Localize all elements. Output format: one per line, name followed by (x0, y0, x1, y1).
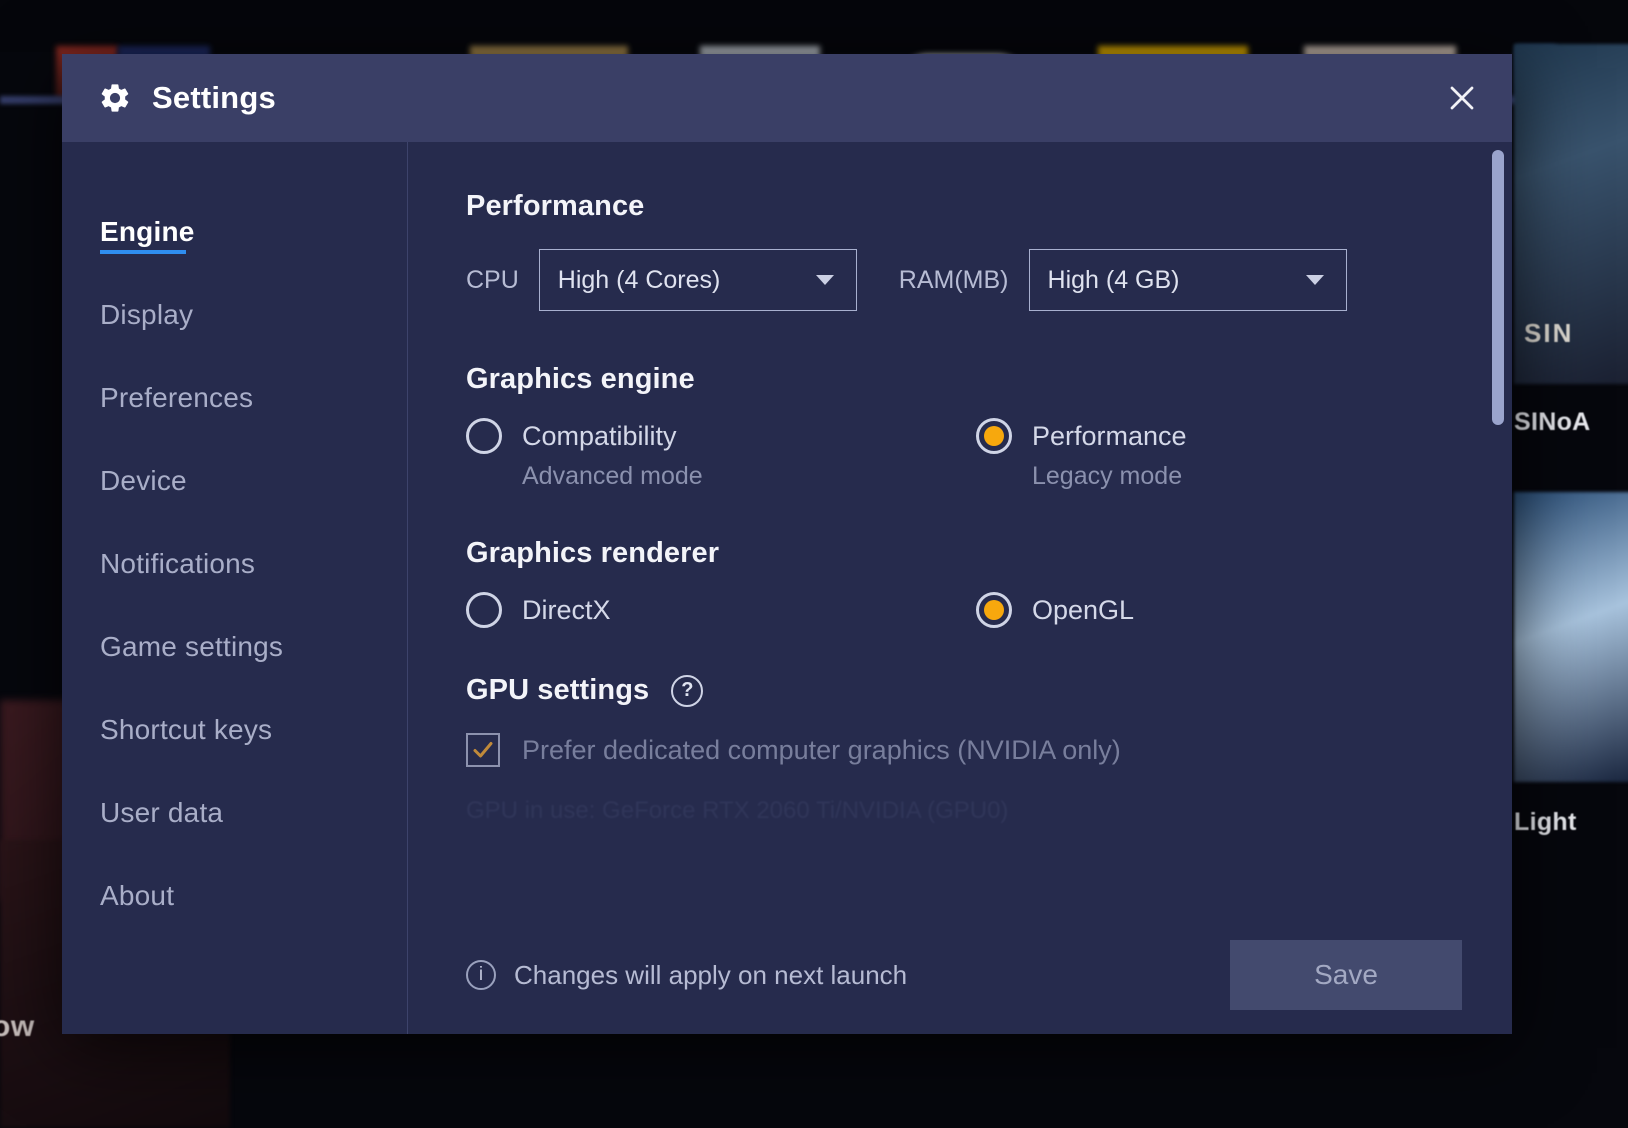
content-scrollbar[interactable] (1492, 144, 1504, 1022)
sidebar-item-user-data[interactable]: User data (62, 771, 407, 854)
sidebar-item-about[interactable]: About (62, 854, 407, 937)
active-indicator (100, 250, 186, 254)
sidebar-item-shortcut-keys[interactable]: Shortcut keys (62, 688, 407, 771)
gpu-in-use-text: GPU in use: GeForce RTX 2060 Ti/NVIDIA (… (466, 797, 1009, 824)
ram-label: RAM(MB) (898, 265, 1009, 294)
dialog-titlebar[interactable]: Settings (62, 54, 1512, 142)
screen: ow SIN SINoA Light Settings Engine Displ… (0, 0, 1628, 1128)
dialog-body: Engine Display Preferences Device Notifi… (62, 142, 1512, 1034)
graphics-renderer-heading: Graphics renderer (466, 537, 720, 569)
radio-label: Performance (1032, 420, 1187, 451)
sidebar-item-engine[interactable]: Engine (62, 190, 407, 273)
graphics-renderer-options: DirectX OpenGL (466, 592, 1512, 628)
radio-icon-directx[interactable] (466, 592, 502, 628)
dialog-title: Settings (152, 80, 276, 115)
sidebar-item-notifications[interactable]: Notifications (62, 522, 407, 605)
radio-line[interactable]: OpenGL (976, 592, 1486, 628)
help-icon[interactable]: ? (671, 674, 704, 707)
radio-line[interactable]: DirectX (466, 592, 976, 628)
sidebar-item-label: About (100, 879, 175, 911)
radio-label: DirectX (522, 594, 611, 625)
sidebar-item-display[interactable]: Display (62, 273, 407, 356)
settings-content-engine: Performance CPU High (4 Cores) RAM(MB) H… (408, 142, 1512, 1034)
background-game-cover (1514, 492, 1628, 782)
save-button[interactable]: Save (1230, 940, 1462, 1010)
radio-sublabel: Legacy mode (1032, 462, 1183, 490)
graphics-renderer-option-directx[interactable]: DirectX (466, 592, 976, 628)
ram-select[interactable]: High (4 GB) (1028, 249, 1347, 311)
graphics-engine-option-compatibility[interactable]: Compatibility Advanced mode (466, 418, 976, 491)
chevron-down-icon (815, 275, 834, 285)
sidebar-item-preferences[interactable]: Preferences (62, 356, 407, 439)
prefer-dedicated-gpu-row[interactable]: Prefer dedicated computer graphics (NVID… (466, 733, 1512, 767)
performance-heading: Performance (466, 190, 645, 222)
settings-dialog: Settings Engine Display Preferences Devi… (62, 54, 1512, 1034)
info-icon: i (466, 960, 496, 990)
ram-select-value: High (4 GB) (1047, 265, 1180, 294)
graphics-renderer-option-opengl[interactable]: OpenGL (976, 592, 1486, 628)
prefer-dedicated-gpu-label: Prefer dedicated computer graphics (NVID… (522, 734, 1121, 765)
sidebar-item-label: Notifications (100, 547, 256, 579)
radio-label: OpenGL (1032, 594, 1135, 625)
chevron-down-icon (1305, 275, 1324, 285)
performance-row: CPU High (4 Cores) RAM(MB) High (4 GB) (466, 249, 1512, 311)
prefer-dedicated-gpu-checkbox[interactable] (466, 733, 500, 767)
sidebar-item-label: Preferences (100, 381, 254, 413)
background-game-title: Light (1514, 808, 1577, 836)
sidebar-item-label: User data (100, 796, 224, 828)
sidebar-item-label: Display (100, 298, 194, 330)
footer-note: Changes will apply on next launch (514, 959, 908, 990)
cpu-select[interactable]: High (4 Cores) (538, 249, 857, 311)
cpu-label: CPU (466, 265, 519, 294)
graphics-engine-section: Graphics engine Compatibility Advanced m… (466, 363, 1512, 491)
radio-line[interactable]: Performance (976, 418, 1486, 454)
cpu-select-value: High (4 Cores) (557, 265, 721, 294)
sidebar-item-label: Engine (100, 215, 195, 247)
sidebar-item-label: Device (100, 464, 187, 496)
scrollbar-thumb[interactable] (1492, 150, 1504, 425)
background-top-strip (0, 0, 1628, 52)
gear-icon (98, 81, 132, 115)
dialog-footer: i Changes will apply on next launch Save (408, 916, 1512, 1034)
save-button-label: Save (1314, 959, 1378, 990)
radio-label: Compatibility (522, 420, 677, 451)
background-game-title: SINoA (1514, 408, 1591, 436)
radio-icon-opengl[interactable] (976, 592, 1012, 628)
sidebar-item-label: Game settings (100, 630, 284, 662)
gpu-settings-section: GPU settings ? Prefer dedicated computer… (466, 674, 1512, 825)
sidebar-item-game-settings[interactable]: Game settings (62, 605, 407, 688)
graphics-engine-heading: Graphics engine (466, 363, 695, 395)
graphics-engine-options: Compatibility Advanced mode Performance … (466, 418, 1512, 491)
sidebar-item-device[interactable]: Device (62, 439, 407, 522)
radio-sublabel: Advanced mode (522, 462, 703, 490)
radio-line[interactable]: Compatibility (466, 418, 976, 454)
radio-icon-compatibility[interactable] (466, 418, 502, 454)
sidebar-item-label: Shortcut keys (100, 713, 273, 745)
background-left-label: ow (0, 1010, 35, 1043)
graphics-renderer-section: Graphics renderer DirectX OpenGL (466, 537, 1512, 628)
graphics-engine-option-performance[interactable]: Performance Legacy mode (976, 418, 1486, 491)
radio-icon-performance[interactable] (976, 418, 1012, 454)
settings-sidebar: Engine Display Preferences Device Notifi… (62, 142, 408, 1034)
gpu-settings-heading: GPU settings (466, 674, 650, 706)
gpu-settings-header: GPU settings ? (466, 674, 1512, 707)
background-right-column: SIN SINoA Light (1500, 0, 1628, 1128)
close-icon[interactable] (1436, 72, 1488, 124)
background-cover-overlay-title: SIN (1524, 318, 1574, 348)
